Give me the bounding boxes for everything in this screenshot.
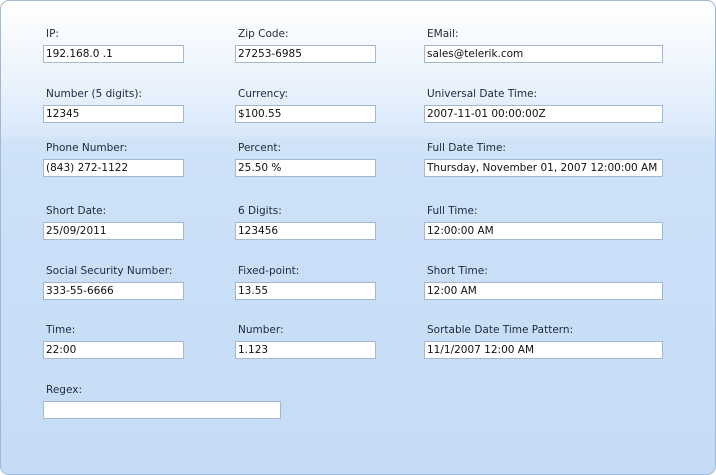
social-security-number-label: Social Security Number: [46,265,173,277]
six-digits-input[interactable]: 123456 [235,222,376,240]
full-time-input[interactable]: 12:00:00 AM [424,222,663,240]
regex-label: Regex: [46,384,82,396]
time-input[interactable]: 22:00 [43,341,184,359]
number-input[interactable]: 1.123 [235,341,376,359]
number-5-digits-input[interactable]: 12345 [43,105,184,123]
short-time-label: Short Time: [427,265,488,277]
short-time-input[interactable]: 12:00 AM [424,282,663,300]
six-digits-label: 6 Digits: [238,205,282,217]
number-5-digits-label: Number (5 digits): [46,88,143,100]
sortable-date-time-label: Sortable Date Time Pattern: [427,324,574,336]
sortable-date-time-input[interactable]: 11/1/2007 12:00 AM [424,341,663,359]
universal-date-time-label: Universal Date Time: [427,88,538,100]
percent-input[interactable]: 25.50 % [235,159,376,177]
time-label: Time: [46,324,76,336]
phone-number-input[interactable]: (843) 272-1122 [43,159,184,177]
fixed-point-input[interactable]: 13.55 [235,282,376,300]
ip-label: IP: [46,28,59,40]
full-date-time-label: Full Date Time: [427,142,506,154]
currency-label: Currency: [238,88,289,100]
ip-input[interactable]: 192.168.0 .1 [43,45,184,63]
percent-label: Percent: [238,142,282,154]
full-date-time-input[interactable]: Thursday, November 01, 2007 12:00:00 AM [424,159,663,177]
zip-code-label: Zip Code: [238,28,289,40]
fixed-point-label: Fixed-point: [238,265,300,277]
regex-input[interactable] [43,401,281,419]
zip-code-input[interactable]: 27253-6985 [235,45,376,63]
number-label: Number: [238,324,284,336]
short-date-input[interactable]: 25/09/2011 [43,222,184,240]
email-input[interactable]: sales@telerik.com [424,45,663,63]
currency-input[interactable]: $100.55 [235,105,376,123]
short-date-label: Short Date: [46,205,107,217]
full-time-label: Full Time: [427,205,478,217]
email-label: EMail: [427,28,459,40]
universal-date-time-input[interactable]: 2007-11-01 00:00:00Z [424,105,663,123]
social-security-number-input[interactable]: 333-55-6666 [43,282,184,300]
masked-input-panel: IP: 192.168.0 .1 Zip Code: 27253-6985 EM… [0,0,716,475]
phone-number-label: Phone Number: [46,142,128,154]
